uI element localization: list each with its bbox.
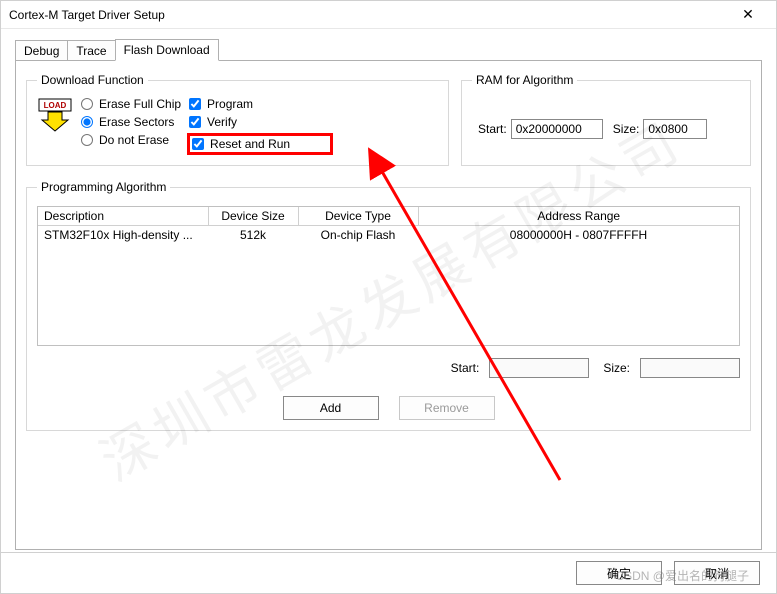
algorithm-range-row: Start: Size: bbox=[37, 358, 740, 378]
tab-debug[interactable]: Debug bbox=[15, 40, 68, 61]
tab-flash-download[interactable]: Flash Download bbox=[115, 39, 219, 61]
col-description[interactable]: Description bbox=[38, 207, 208, 226]
check-verify[interactable]: Verify bbox=[189, 115, 333, 129]
radio-do-not-erase[interactable]: Do not Erase bbox=[81, 133, 181, 147]
action-check-group: Program Verify Reset and Run bbox=[189, 95, 333, 155]
col-device-type[interactable]: Device Type bbox=[298, 207, 418, 226]
cancel-button[interactable]: 取消 bbox=[674, 561, 760, 585]
group-download-function: Download Function LOAD Erase Full Chip E… bbox=[26, 73, 449, 166]
client-area: Debug Trace Flash Download Download Func… bbox=[1, 29, 776, 552]
ram-size-label: Size: bbox=[613, 122, 640, 136]
remove-button[interactable]: Remove bbox=[399, 396, 495, 420]
titlebar: Cortex-M Target Driver Setup ✕ bbox=[1, 1, 776, 29]
col-address-range[interactable]: Address Range bbox=[418, 207, 739, 226]
dialog-button-bar: 确定 取消 bbox=[1, 552, 776, 593]
load-icon: LOAD bbox=[37, 97, 73, 133]
ram-size-input[interactable] bbox=[643, 119, 707, 139]
alg-start-input[interactable] bbox=[489, 358, 589, 378]
radio-erase-full-chip[interactable]: Erase Full Chip bbox=[81, 97, 181, 111]
alg-size-input[interactable] bbox=[640, 358, 740, 378]
tab-panel-flash-download: Download Function LOAD Erase Full Chip E… bbox=[15, 60, 762, 550]
svg-text:LOAD: LOAD bbox=[44, 101, 67, 110]
erase-radio-group: Erase Full Chip Erase Sectors Do not Era… bbox=[81, 95, 181, 155]
ram-start-input[interactable] bbox=[511, 119, 603, 139]
check-program[interactable]: Program bbox=[189, 97, 333, 111]
cell-address-range: 08000000H - 0807FFFFH bbox=[418, 226, 739, 245]
alg-start-label: Start: bbox=[451, 361, 480, 375]
window-title: Cortex-M Target Driver Setup bbox=[9, 8, 728, 22]
dialog-window: Cortex-M Target Driver Setup ✕ Debug Tra… bbox=[0, 0, 777, 594]
close-icon[interactable]: ✕ bbox=[728, 6, 768, 23]
tab-label: Flash Download bbox=[124, 43, 210, 57]
tabstrip: Debug Trace Flash Download bbox=[15, 39, 762, 61]
add-button[interactable]: Add bbox=[283, 396, 379, 420]
group-legend: RAM for Algorithm bbox=[472, 73, 577, 87]
group-ram-for-algorithm: RAM for Algorithm Start: Size: bbox=[461, 73, 751, 166]
check-reset-and-run[interactable]: Reset and Run bbox=[192, 137, 290, 151]
cell-device-type: On-chip Flash bbox=[298, 226, 418, 245]
algorithm-buttons: Add Remove bbox=[37, 396, 740, 420]
ok-button[interactable]: 确定 bbox=[576, 561, 662, 585]
cell-description: STM32F10x High-density ... bbox=[38, 226, 208, 245]
table-header-row: Description Device Size Device Type Addr… bbox=[38, 207, 739, 226]
radio-erase-sectors[interactable]: Erase Sectors bbox=[81, 115, 181, 129]
alg-size-label: Size: bbox=[603, 361, 630, 375]
tab-label: Debug bbox=[24, 44, 59, 58]
cell-device-size: 512k bbox=[208, 226, 298, 245]
highlight-reset-and-run: Reset and Run bbox=[187, 133, 333, 155]
group-legend: Programming Algorithm bbox=[37, 180, 170, 194]
algorithm-table[interactable]: Description Device Size Device Type Addr… bbox=[37, 206, 740, 346]
table-row[interactable]: STM32F10x High-density ... 512k On-chip … bbox=[38, 226, 739, 245]
col-device-size[interactable]: Device Size bbox=[208, 207, 298, 226]
ram-start-label: Start: bbox=[478, 122, 507, 136]
tab-trace[interactable]: Trace bbox=[67, 40, 115, 61]
group-legend: Download Function bbox=[37, 73, 148, 87]
tab-label: Trace bbox=[76, 44, 106, 58]
group-programming-algorithm: Programming Algorithm Description Device… bbox=[26, 180, 751, 431]
